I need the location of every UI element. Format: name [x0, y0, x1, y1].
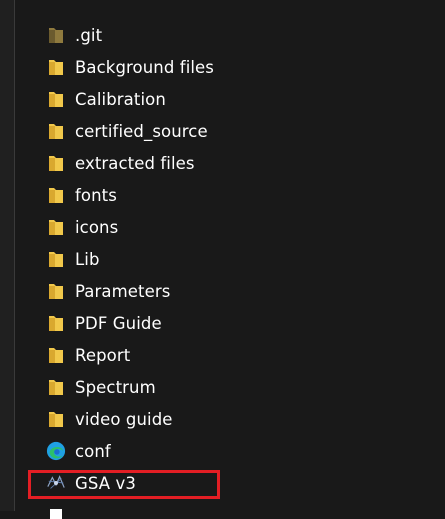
item-label: Parameters: [75, 281, 171, 301]
folder-icon: [46, 185, 66, 205]
list-item-lib[interactable]: Lib: [15, 243, 445, 275]
list-item-pdf-guide[interactable]: PDF Guide: [15, 307, 445, 339]
item-label: Calibration: [75, 89, 166, 109]
list-item-partial[interactable]: [15, 499, 445, 519]
folder-icon: [46, 377, 66, 397]
folder-icon: [46, 313, 66, 333]
list-item-report[interactable]: Report: [15, 339, 445, 371]
navigation-pane-edge: [0, 0, 14, 511]
list-item-extracted-files[interactable]: extracted files: [15, 147, 445, 179]
app-icon: [46, 473, 66, 493]
item-label: fonts: [75, 185, 117, 205]
item-label: GSA v3: [75, 473, 136, 493]
item-label: Report: [75, 345, 131, 365]
folder-icon: [46, 153, 66, 173]
folder-icon: [46, 409, 66, 429]
list-item-git[interactable]: .git: [15, 19, 445, 51]
folder-icon: [46, 25, 66, 45]
list-item-background-files[interactable]: Background files: [15, 51, 445, 83]
folder-icon: [46, 57, 66, 77]
item-label: Spectrum: [75, 377, 156, 397]
item-label: extracted files: [75, 153, 195, 173]
list-item-video-guide[interactable]: video guide: [15, 403, 445, 435]
list-item-spectrum[interactable]: Spectrum: [15, 371, 445, 403]
item-label: conf: [75, 441, 111, 461]
item-label: certified_source: [75, 121, 208, 141]
folder-icon: [46, 281, 66, 301]
list-item-parameters[interactable]: Parameters: [15, 275, 445, 307]
item-label: Background files: [75, 57, 215, 77]
folder-icon: [46, 89, 66, 109]
list-item-conf[interactable]: conf: [15, 435, 445, 467]
folder-icon: [46, 345, 66, 365]
item-label: video guide: [75, 409, 173, 429]
item-label: PDF Guide: [75, 313, 162, 333]
document-icon: [46, 499, 66, 519]
file-list: .git Background files Calibration certif…: [15, 19, 445, 519]
list-item-icons[interactable]: icons: [15, 211, 445, 243]
item-label: Lib: [75, 249, 100, 269]
folder-icon: [46, 217, 66, 237]
list-item-certified-source[interactable]: certified_source: [15, 115, 445, 147]
item-label: .git: [75, 25, 103, 45]
list-item-calibration[interactable]: Calibration: [15, 83, 445, 115]
list-item-gsa-v3[interactable]: GSA v3: [15, 467, 445, 499]
folder-icon: [46, 249, 66, 269]
item-label: icons: [75, 217, 119, 237]
edge-icon: [46, 441, 66, 461]
folder-icon: [46, 121, 66, 141]
list-item-fonts[interactable]: fonts: [15, 179, 445, 211]
